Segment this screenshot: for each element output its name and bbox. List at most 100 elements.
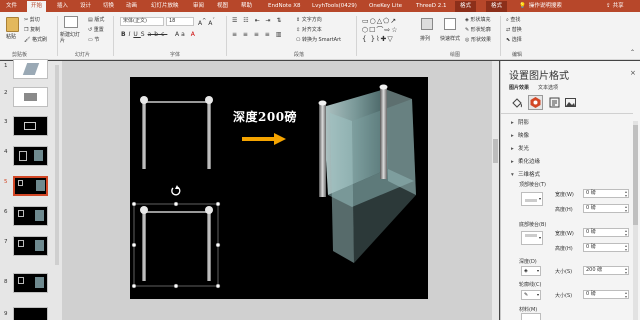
bottom-bevel-picker[interactable]: ▾ <box>521 231 543 245</box>
top-bevel-height-input[interactable]: 0 磅 ▴ ▾ <box>583 204 629 213</box>
tab-onekey[interactable]: OneKey Lite <box>369 1 402 12</box>
tell-me-search[interactable]: 💡 操作说明搜索 <box>519 1 562 11</box>
bottom-width-label: 宽度(W) <box>555 231 574 237</box>
tab-review[interactable]: 审阅 <box>193 1 204 12</box>
reset-button[interactable]: ↺ 重置 <box>88 27 104 33</box>
arrange-button[interactable]: 排列 <box>420 36 430 42</box>
cut-button[interactable]: ✂ 剪切 <box>24 17 40 23</box>
slide-thumbnail-5[interactable] <box>13 176 48 196</box>
tab-threed[interactable]: ThreeD 2.1 <box>416 1 446 12</box>
font-style-buttons[interactable]: BIUSabc <box>121 32 167 38</box>
slide-thumbnail-6[interactable] <box>13 206 48 226</box>
font-size-select[interactable]: 18 <box>166 17 194 26</box>
layout-properties-icon[interactable] <box>548 96 561 109</box>
fill-line-icon[interactable] <box>510 96 523 109</box>
section-soft-edges[interactable]: ▸ 柔化边缘 <box>511 157 540 165</box>
canvas-scroll-thumb[interactable] <box>493 139 498 163</box>
tab-transitions[interactable]: 切换 <box>103 1 114 12</box>
section-shadow[interactable]: ▸ 阴影 <box>511 118 529 126</box>
section-reflection[interactable]: ▸ 映像 <box>511 131 529 139</box>
thumbnail-scrollbar[interactable] <box>55 65 59 265</box>
font-grow-icon[interactable]: A^ Aˇ <box>198 18 215 27</box>
quick-styles-button[interactable]: 快速样式 <box>440 36 460 42</box>
tab-insert[interactable]: 插入 <box>57 1 68 12</box>
shape-effects-button[interactable]: ◎ 形状效果 <box>465 37 491 43</box>
close-icon[interactable]: × <box>630 69 636 77</box>
slide-thumbnail-3[interactable] <box>13 116 48 136</box>
frame-shape-upper[interactable] <box>140 96 213 169</box>
depth-size-input[interactable]: 200 磅 ▴ ▾ <box>583 266 629 275</box>
smartart-button[interactable]: ⎔ 转换为 SmartArt <box>296 37 341 43</box>
font-color-buttons[interactable]: Aa A <box>175 32 197 38</box>
spinner-icon[interactable]: ▴ ▾ <box>625 291 627 299</box>
contour-size-input[interactable]: 0 磅 ▴ ▾ <box>583 290 629 299</box>
bottom-bevel-width-input[interactable]: 0 磅 ▴ ▾ <box>583 228 629 237</box>
layout-button[interactable]: ▤ 版式 <box>88 17 104 23</box>
tab-home[interactable]: 开始 <box>27 1 47 12</box>
slide-thumbnail-4[interactable] <box>13 146 48 166</box>
picture-icon[interactable] <box>564 96 577 109</box>
shape-outline-button[interactable]: ✎ 形状轮廓 <box>465 27 491 33</box>
section-glow[interactable]: ▸ 发光 <box>511 144 529 152</box>
spinner-icon[interactable]: ▴ ▾ <box>625 244 627 252</box>
slide-thumbnail-7[interactable] <box>13 236 48 256</box>
select-button[interactable]: ⬉ 选择 <box>506 37 522 43</box>
pane-scrollbar[interactable] <box>633 121 638 320</box>
tab-lvyhtools[interactable]: LvyhTools(0429) <box>312 1 357 12</box>
new-slide-icon[interactable] <box>64 16 78 28</box>
new-slide-button[interactable]: 新建幻灯片 <box>60 32 84 44</box>
pane-scroll-thumb[interactable] <box>633 125 638 225</box>
tab-endnote[interactable]: EndNote X8 <box>268 1 301 12</box>
slide-thumbnail-1[interactable] <box>13 59 48 79</box>
font-name-select[interactable]: 宋体(正文) <box>120 17 164 26</box>
spinner-icon[interactable]: ▴ ▾ <box>625 190 627 198</box>
top-bevel-width-input[interactable]: 0 磅 ▴ ▾ <box>583 189 629 198</box>
arrange-icon[interactable] <box>421 18 433 30</box>
quick-styles-icon[interactable] <box>444 18 456 30</box>
spinner-icon[interactable]: ▴ ▾ <box>625 267 627 275</box>
slide-canvas[interactable]: 深度200磅 <box>130 77 428 299</box>
share-button[interactable]: ⇪ 共享 <box>606 1 624 11</box>
collapse-ribbon-icon[interactable]: ⌃ <box>630 50 635 56</box>
tab-view[interactable]: 视图 <box>217 1 228 12</box>
tab-picture-effects[interactable]: 图片效果 <box>509 84 529 91</box>
glass-3d-shape[interactable] <box>318 84 417 264</box>
tab-help[interactable]: 帮助 <box>241 1 252 12</box>
tab-format-picture[interactable]: 格式 <box>486 1 508 12</box>
slide-thumbnail-8[interactable] <box>13 273 48 293</box>
shapes-gallery[interactable]: ▭○△⬠↗ ⬡☐⌒⇨☆{ }⌇✚▽ <box>362 17 414 45</box>
replace-button[interactable]: ⇄ 替换 <box>506 27 522 33</box>
shape-fill-button[interactable]: ◈ 形状填充 <box>465 17 490 23</box>
tab-animations[interactable]: 动画 <box>126 1 137 12</box>
copy-button[interactable]: ❐ 复制 <box>24 27 40 33</box>
effects-tab-icon[interactable] <box>528 95 543 110</box>
top-bevel-picker[interactable]: ▾ <box>521 192 543 206</box>
find-button[interactable]: ⌕ 查找 <box>506 17 520 23</box>
text-direction-button[interactable]: ⇕ 文字方向 <box>296 17 322 23</box>
paste-button[interactable]: 粘贴 <box>6 34 16 40</box>
section-3d-format[interactable]: ▾ 三维格式 <box>511 170 540 178</box>
arrow-right-shape[interactable] <box>242 133 286 145</box>
contour-color-picker[interactable]: ✎ ▾ <box>521 290 541 300</box>
bottom-bevel-height-input[interactable]: 0 磅 ▴ ▾ <box>583 243 629 252</box>
spinner-icon[interactable]: ▴ ▾ <box>625 229 627 237</box>
tab-format-drawing[interactable]: 格式 <box>455 1 477 12</box>
align-text-button[interactable]: ⇳ 对齐文本 <box>296 27 322 33</box>
tab-file[interactable]: 文件 <box>6 1 17 12</box>
material-picker[interactable] <box>521 313 541 320</box>
depth-color-picker[interactable]: ◈ ▾ <box>521 266 541 276</box>
format-painter-button[interactable]: 🖌 格式刷 <box>24 37 47 43</box>
tab-slideshow[interactable]: 幻灯片放映 <box>151 1 179 12</box>
spinner-icon[interactable]: ▴ ▾ <box>625 205 627 213</box>
slide-thumbnail-9[interactable] <box>13 307 48 320</box>
tab-design[interactable]: 设计 <box>80 1 91 12</box>
slide-title-text[interactable]: 深度200磅 <box>233 108 297 125</box>
slide-thumbnail-2[interactable] <box>13 87 48 107</box>
tab-text-options[interactable]: 文本选项 <box>538 84 558 91</box>
paste-icon[interactable] <box>6 17 19 32</box>
frame-shape-lower-selected[interactable] <box>140 206 213 281</box>
section-button[interactable]: ▭ 节 <box>88 37 99 43</box>
list-buttons[interactable]: ☰ ☷ ⇤ ⇥ ⇅ <box>232 18 283 24</box>
canvas-scrollbar[interactable] <box>492 61 499 320</box>
align-buttons[interactable]: ≡ ≡ ≡ ≡ ▥ <box>232 32 283 38</box>
